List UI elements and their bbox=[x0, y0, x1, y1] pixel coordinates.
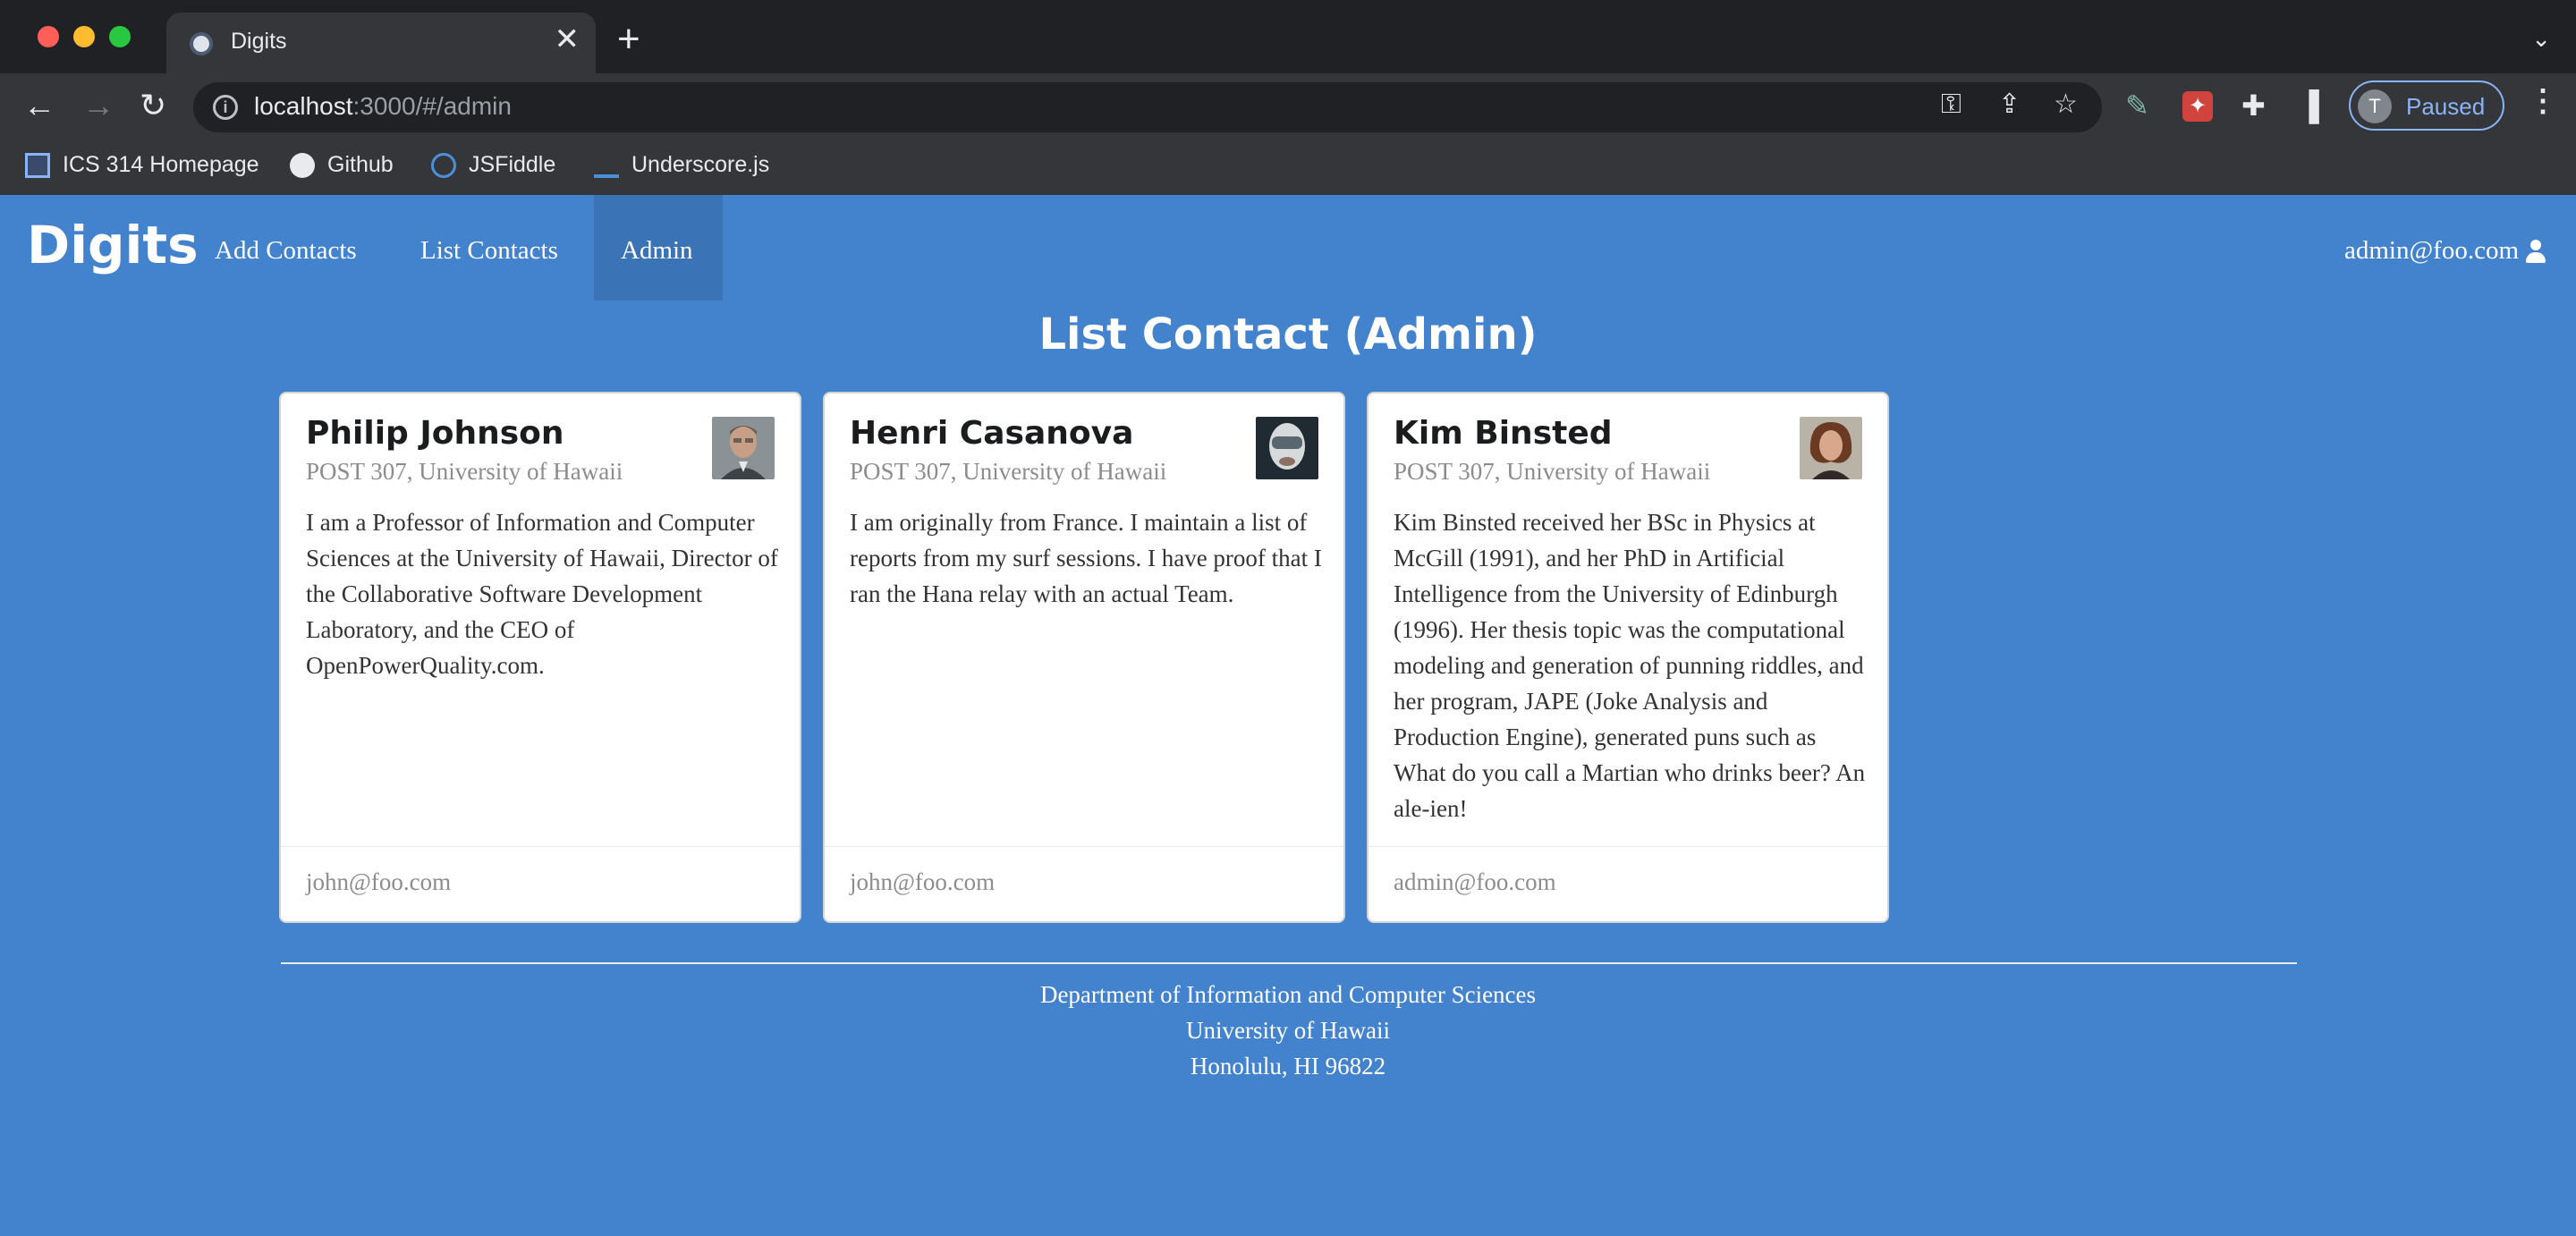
profile-status-label: Paused bbox=[2406, 93, 2486, 120]
app-navbar: Digits Add Contacts List Contacts Admin … bbox=[0, 195, 2576, 301]
github-icon bbox=[290, 152, 315, 178]
page-footer: Department of Information and Computer S… bbox=[0, 977, 2576, 1084]
side-panel-icon[interactable]: ▐ bbox=[2299, 91, 2319, 120]
bookmark-github[interactable]: Github bbox=[290, 152, 394, 178]
bookmarks-bar: ICS 314 Homepage Github JSFiddle Undersc… bbox=[0, 145, 2576, 195]
contact-owner: john@foo.com bbox=[850, 868, 996, 895]
contact-address: POST 307, University of Hawaii bbox=[306, 458, 623, 485]
browser-menu-icon[interactable]: ⋮ bbox=[2528, 86, 2558, 116]
user-icon bbox=[2524, 239, 2547, 263]
site-info-icon[interactable]: i bbox=[213, 95, 238, 120]
extensions-puzzle-icon[interactable]: ✚ bbox=[2241, 91, 2266, 120]
nav-admin-active[interactable]: Admin bbox=[594, 195, 723, 301]
bookmark-underscore[interactable]: Underscore.js bbox=[594, 152, 769, 178]
url-text[interactable]: localhost:3000/#/admin bbox=[254, 92, 512, 121]
ics-favicon-icon bbox=[25, 152, 50, 178]
browser-tab[interactable]: Digits ✕ bbox=[166, 13, 596, 73]
card-footer: john@foo.com bbox=[281, 846, 800, 921]
footer-divider bbox=[281, 962, 2297, 964]
contact-description: I am a Professor of Information and Comp… bbox=[306, 509, 778, 679]
share-icon[interactable]: ⇪ bbox=[1998, 91, 2021, 118]
bookmark-star-icon[interactable]: ☆ bbox=[2054, 91, 2078, 118]
app-page: Digits Add Contacts List Contacts Admin … bbox=[0, 195, 2576, 1236]
contact-name: Kim Binsted bbox=[1394, 415, 1613, 452]
tab-favicon-icon bbox=[190, 32, 213, 55]
contact-card: Kim Binsted POST 307, University of Hawa… bbox=[1367, 392, 1889, 923]
brand-logo[interactable]: Digits bbox=[27, 215, 199, 275]
tab-search-chevron-icon[interactable]: ⌄ bbox=[2531, 25, 2551, 53]
card-footer: john@foo.com bbox=[825, 846, 1343, 921]
card-footer: admin@foo.com bbox=[1368, 846, 1887, 921]
nav-admin[interactable]: Admin bbox=[621, 236, 693, 266]
jsfiddle-icon bbox=[431, 152, 456, 178]
browser-tab-bar: Digits ✕ + ⌄ bbox=[0, 0, 2576, 73]
address-bar[interactable]: i localhost:3000/#/admin ⚿ ⇪ ☆ bbox=[193, 82, 2102, 132]
profile-button[interactable]: T Paused bbox=[2349, 80, 2504, 131]
tab-close-icon[interactable]: ✕ bbox=[555, 24, 580, 55]
contact-avatar bbox=[712, 417, 775, 479]
tab-title: Digits bbox=[231, 29, 287, 54]
contact-name: Henri Casanova bbox=[850, 415, 1134, 452]
contact-address: POST 307, University of Hawaii bbox=[1394, 458, 1711, 485]
window-minimize-button[interactable] bbox=[73, 26, 95, 47]
underscore-icon bbox=[594, 153, 619, 178]
contact-avatar bbox=[1800, 417, 1862, 479]
reload-icon[interactable]: ↻ bbox=[140, 89, 166, 122]
window-zoom-button[interactable] bbox=[109, 26, 131, 47]
footer-department: Department of Information and Computer S… bbox=[1039, 981, 1537, 1008]
key-icon[interactable]: ⚿ bbox=[1941, 91, 1962, 118]
user-menu[interactable]: admin@foo.com bbox=[2344, 236, 2547, 266]
back-arrow-icon[interactable]: ← bbox=[23, 89, 55, 122]
bookmark-ics314[interactable]: ICS 314 Homepage bbox=[25, 152, 259, 178]
contact-description: Kim Binsted received her BSc in Physics … bbox=[1394, 509, 1866, 822]
contact-card: Henri Casanova POST 307, University of H… bbox=[823, 392, 1345, 923]
extension-pen-icon[interactable]: ✎ bbox=[2125, 91, 2149, 120]
extension-red-icon[interactable]: ✦ bbox=[2182, 91, 2213, 122]
page-title: List Contact (Admin) bbox=[1038, 309, 1538, 360]
bookmark-jsfiddle[interactable]: JSFiddle bbox=[431, 152, 555, 178]
nav-add-contacts[interactable]: Add Contacts bbox=[215, 236, 357, 266]
user-email: admin@foo.com bbox=[2343, 236, 2519, 265]
contact-card: Philip Johnson POST 307, University of H… bbox=[279, 392, 801, 923]
footer-university: University of Hawaii bbox=[1186, 1017, 1390, 1044]
contact-address: POST 307, University of Hawaii bbox=[850, 458, 1167, 485]
nav-list-contacts[interactable]: List Contacts bbox=[420, 236, 558, 266]
contact-owner: admin@foo.com bbox=[1394, 868, 1556, 895]
contact-description: I am originally from France. I maintain … bbox=[850, 509, 1322, 607]
browser-toolbar: ← → ↻ i localhost:3000/#/admin ⚿ ⇪ ☆ ✎ ✦… bbox=[0, 73, 2576, 209]
contact-owner: john@foo.com bbox=[306, 868, 452, 895]
forward-arrow-icon[interactable]: → bbox=[82, 89, 114, 122]
new-tab-button[interactable]: + bbox=[617, 20, 640, 59]
footer-city: Honolulu, HI 96822 bbox=[1190, 1053, 1386, 1079]
window-close-button[interactable] bbox=[38, 26, 59, 47]
contact-name: Philip Johnson bbox=[306, 415, 564, 452]
contact-avatar bbox=[1256, 417, 1318, 479]
profile-avatar: T bbox=[2358, 89, 2392, 123]
